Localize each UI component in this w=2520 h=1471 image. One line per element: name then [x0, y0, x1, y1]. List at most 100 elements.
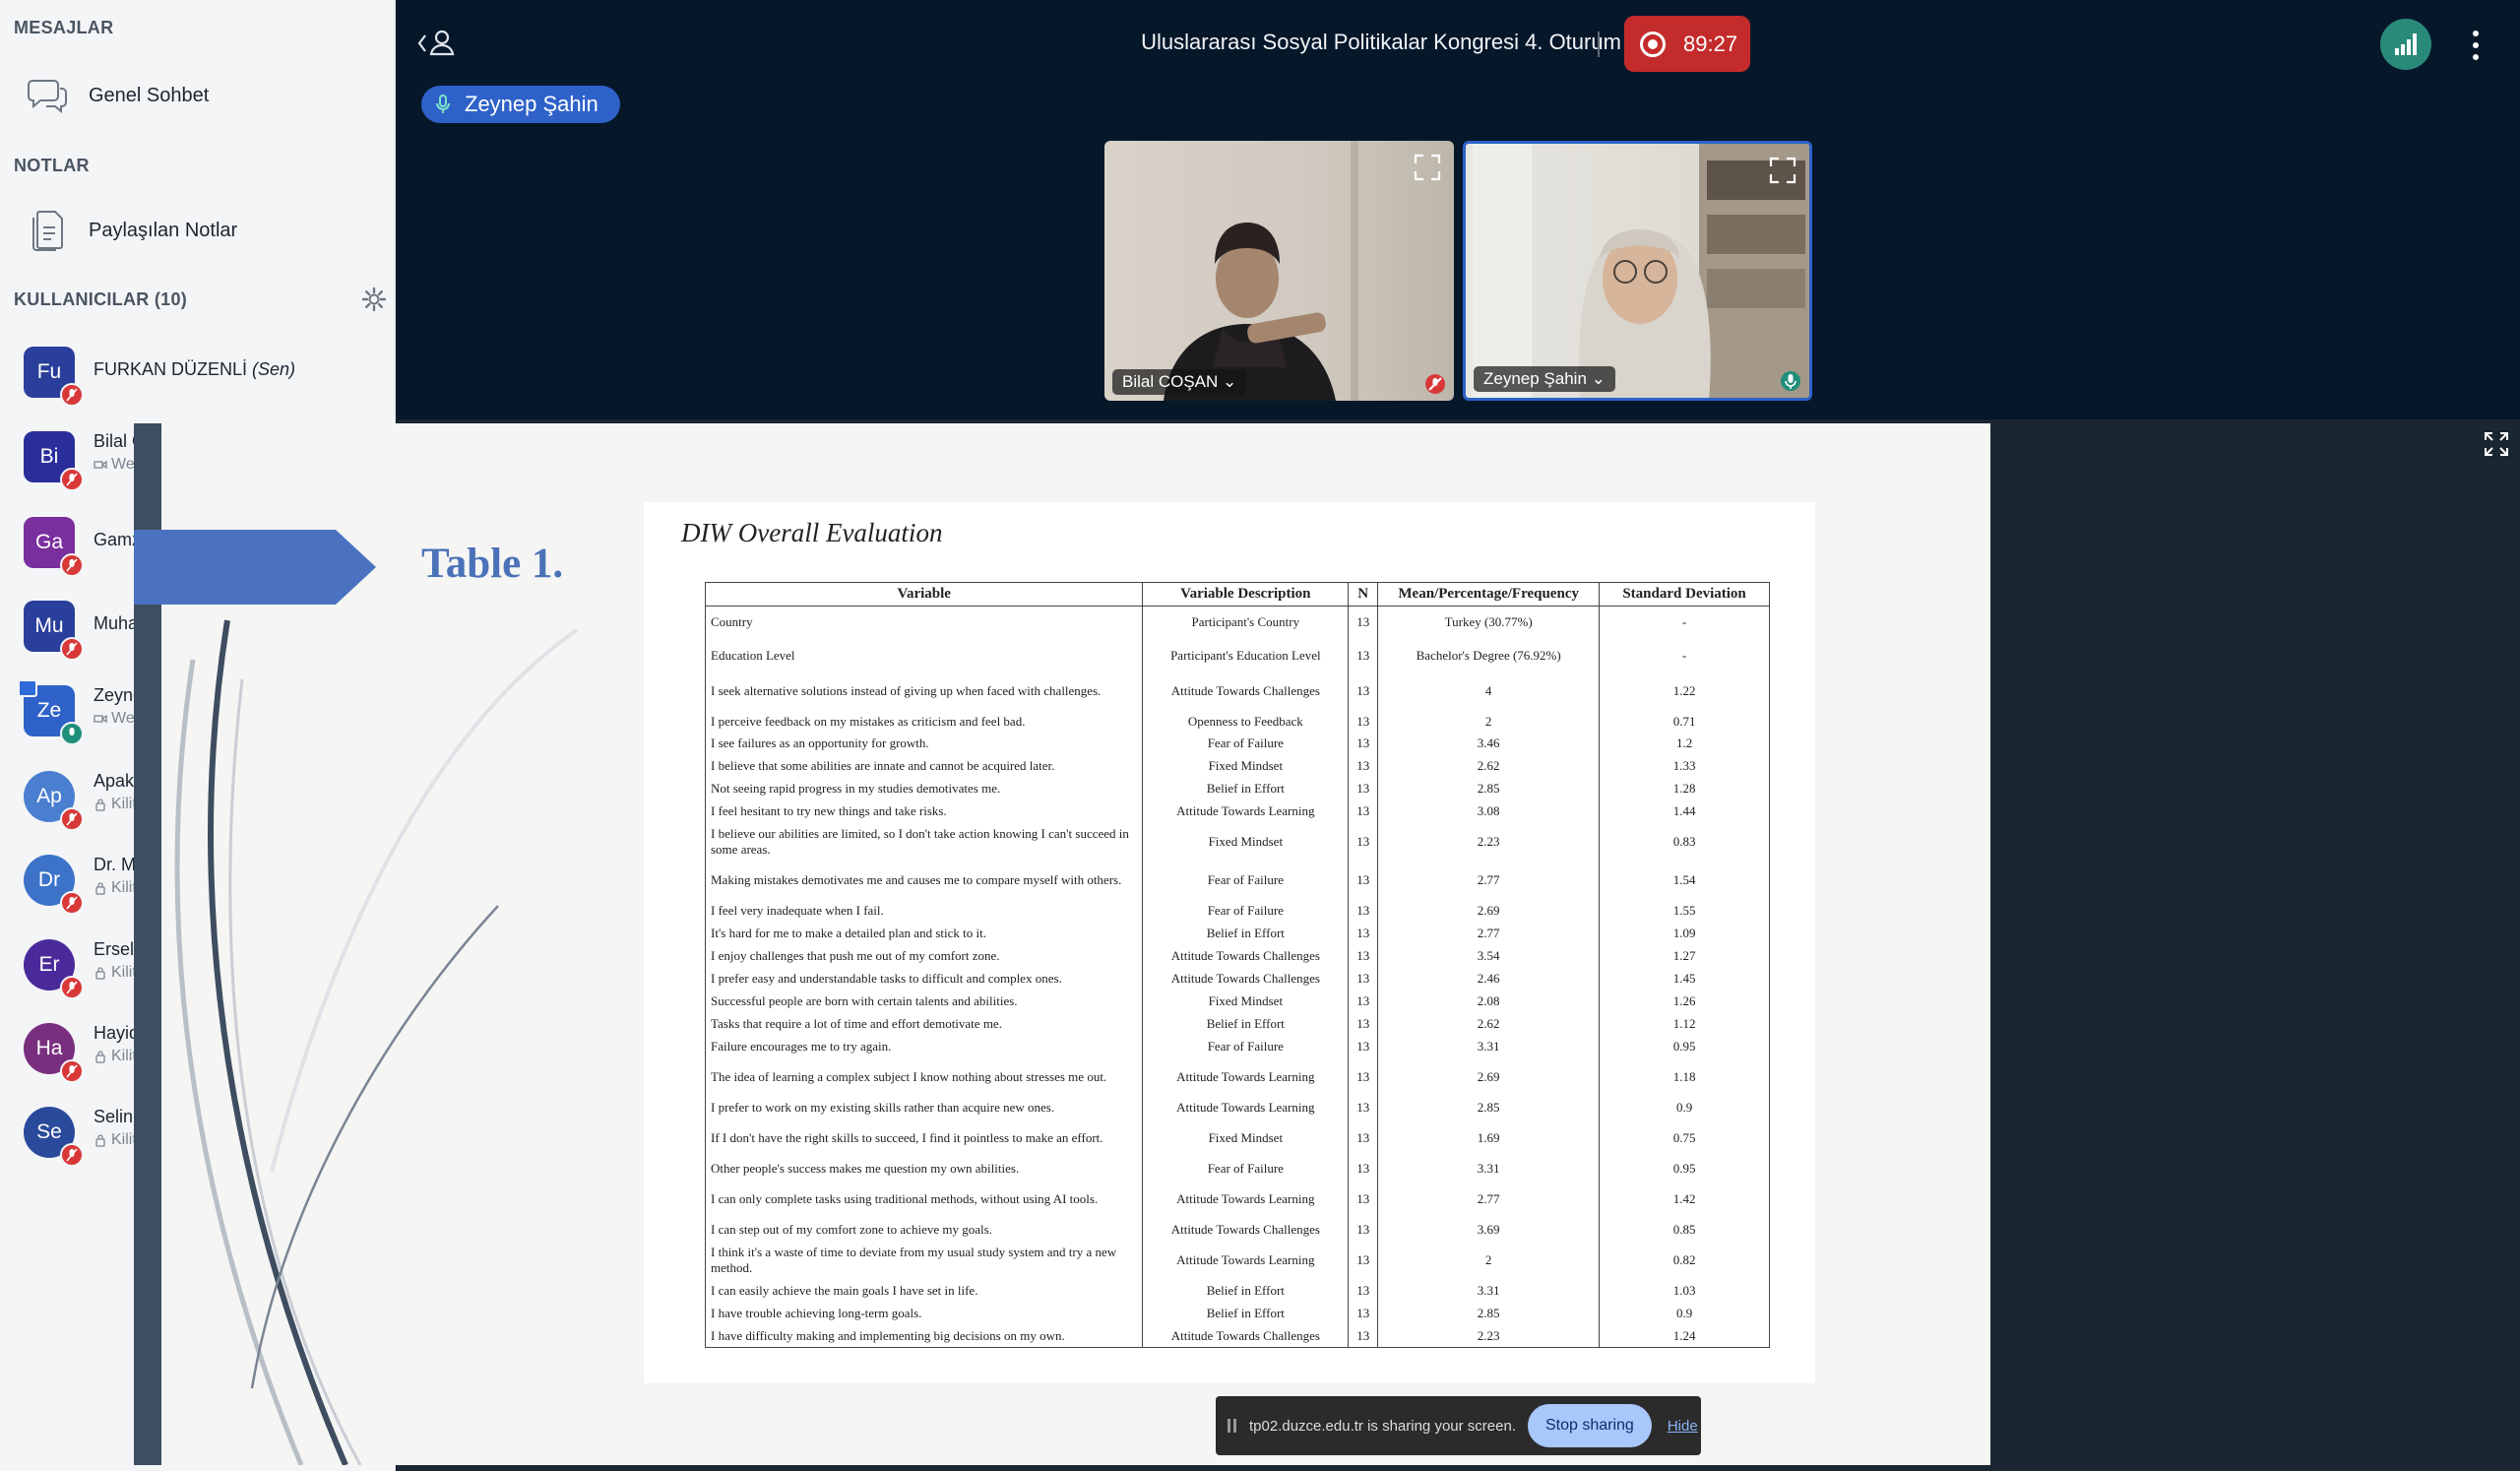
presentation-slide: Table 1. DIW Overall Evaluation Variable… — [134, 423, 1990, 1465]
table-cell: 13 — [1348, 799, 1379, 823]
fullscreen-icon[interactable] — [2483, 430, 2510, 458]
table-cell: 1.03 — [1599, 1279, 1770, 1303]
table-cell: 2.23 — [1377, 822, 1601, 862]
chat-icon — [26, 74, 69, 117]
table-cell: I have trouble achieving long-term goals… — [704, 1302, 1144, 1325]
table-cell: 2.62 — [1377, 1012, 1601, 1036]
table-row: I perceive feedback on my mistakes as cr… — [704, 710, 1770, 733]
table-row: I prefer easy and understandable tasks t… — [704, 967, 1770, 991]
table-cell: I believe that some abilities are innate… — [704, 754, 1144, 778]
table-row: I have trouble achieving long-term goals… — [704, 1302, 1770, 1325]
signal-bars-icon — [2395, 33, 2417, 55]
table-cell: Belief in Effort — [1142, 1302, 1350, 1325]
table-cell: Making mistakes demotivates me and cause… — [704, 861, 1144, 900]
muted-mic-icon — [60, 1059, 84, 1083]
user-list-item[interactable]: Fu FURKAN DÜZENLİ (Sen) — [0, 331, 396, 414]
column-header: Standard Deviation — [1599, 582, 1770, 607]
table-row: I can easily achieve the main goals I ha… — [704, 1279, 1770, 1303]
avatar-initials: Bi — [39, 445, 59, 468]
table-row: I feel very inadequate when I fail. Fear … — [704, 899, 1770, 923]
table-cell: 13 — [1348, 899, 1379, 923]
more-options-icon[interactable] — [2466, 26, 2486, 65]
table-cell: 3.46 — [1377, 732, 1601, 755]
table-row: The idea of learning a complex subject I… — [704, 1057, 1770, 1097]
video-tile-bilal[interactable]: Bilal COŞAN ⌄ — [1104, 141, 1454, 401]
table-cell: 1.2 — [1599, 732, 1770, 755]
table-cell: I prefer easy and understandable tasks t… — [704, 967, 1144, 991]
video-name-label[interactable]: Bilal COŞAN ⌄ — [1112, 369, 1247, 395]
expand-icon[interactable] — [1768, 156, 1797, 185]
table-cell: Fixed Mindset — [1142, 1119, 1350, 1158]
table-cell: 13 — [1348, 1096, 1379, 1119]
table-cell: 1.24 — [1599, 1324, 1770, 1348]
table-cell: 2.85 — [1377, 1302, 1601, 1325]
general-chat-label: Genel Sohbet — [89, 84, 210, 106]
general-chat-item[interactable]: Genel Sohbet — [0, 66, 396, 125]
table-cell: 13 — [1348, 967, 1379, 991]
drag-handle-icon[interactable] — [1228, 1419, 1236, 1433]
table-row: Failure encourages me to try again. Fear … — [704, 1035, 1770, 1058]
table-cell: 13 — [1348, 1057, 1379, 1097]
table-cell: Fear of Failure — [1142, 1035, 1350, 1058]
table-cell: I can easily achieve the main goals I ha… — [704, 1279, 1144, 1303]
muted-mic-icon — [60, 383, 84, 407]
table-cell: Country — [704, 606, 1144, 639]
top-bar: Uluslararası Sosyal Politikalar Kongresi… — [397, 0, 2520, 89]
meeting-title: Uluslararası Sosyal Politikalar Kongresi… — [1141, 30, 1621, 54]
table-cell: Attitude Towards Learning — [1142, 1180, 1350, 1219]
table-cell: 13 — [1348, 822, 1379, 862]
avatar: Mu — [24, 601, 84, 661]
table-row: I feel hesitant to try new things and ta… — [704, 799, 1770, 823]
avatar: Ga — [24, 517, 84, 577]
table-cell: - — [1599, 606, 1770, 639]
table-cell: Tasks that require a lot of time and eff… — [704, 1012, 1144, 1036]
table-cell: 13 — [1348, 1012, 1379, 1036]
avatar: Ze — [18, 679, 84, 745]
table-cell: Fear of Failure — [1142, 899, 1350, 923]
table-row: I see failures as an opportunity for gro… — [704, 732, 1770, 755]
video-tile-zeynep[interactable]: Zeynep Şahin ⌄ — [1463, 141, 1812, 401]
table-cell: 1.27 — [1599, 944, 1770, 968]
gear-icon[interactable] — [360, 286, 388, 313]
video-name-label[interactable]: Zeynep Şahin ⌄ — [1474, 366, 1615, 392]
lock-icon — [95, 1134, 105, 1147]
table-cell: I enjoy challenges that push me out of m… — [704, 944, 1144, 968]
table-row: Not seeing rapid progress in my studies … — [704, 777, 1770, 800]
connection-status-button[interactable] — [2380, 19, 2431, 70]
table-cell: Fixed Mindset — [1142, 754, 1350, 778]
users-toggle-icon[interactable] — [416, 28, 462, 64]
muted-mic-icon — [1425, 374, 1445, 394]
talker-name: Zeynep Şahin — [465, 92, 598, 116]
table-cell: 3.54 — [1377, 944, 1601, 968]
muted-mic-icon — [60, 468, 84, 491]
lock-icon — [95, 882, 105, 895]
table-cell: Not seeing rapid progress in my studies … — [704, 777, 1144, 800]
table-cell: 1.22 — [1599, 672, 1770, 711]
avatar-initials: Fu — [36, 360, 62, 383]
record-icon — [1640, 31, 1666, 57]
table-cell: 1.55 — [1599, 899, 1770, 923]
table-row: I prefer to work on my existing skills r… — [704, 1096, 1770, 1119]
avatar: Se — [24, 1107, 84, 1167]
column-header: Variable — [704, 582, 1144, 607]
avatar-initials: Mu — [34, 614, 64, 637]
stop-sharing-button[interactable]: Stop sharing — [1527, 1404, 1652, 1447]
expand-icon[interactable] — [1413, 153, 1442, 182]
lock-icon — [95, 799, 105, 811]
shared-notes-item[interactable]: Paylaşılan Notlar — [0, 201, 396, 260]
avatar: Ha — [24, 1023, 84, 1083]
table-cell: Successful people are born with certain … — [704, 990, 1144, 1013]
avatar-initials: Ap — [36, 785, 62, 807]
table-cell: 2.08 — [1377, 990, 1601, 1013]
table-cell: 4 — [1377, 672, 1601, 711]
table-cell: 13 — [1348, 1241, 1379, 1280]
table-cell: Attitude Towards Learning — [1142, 799, 1350, 823]
talking-indicator: Zeynep Şahin — [421, 86, 620, 123]
table-cell: 0.9 — [1599, 1302, 1770, 1325]
table-label: Table 1. — [421, 541, 564, 587]
recording-button[interactable]: 89:27 — [1624, 16, 1750, 72]
avatar: Er — [24, 939, 84, 999]
table-cell: 2.62 — [1377, 754, 1601, 778]
active-mic-icon — [60, 722, 84, 745]
hide-link[interactable]: Hide — [1668, 1418, 1698, 1435]
